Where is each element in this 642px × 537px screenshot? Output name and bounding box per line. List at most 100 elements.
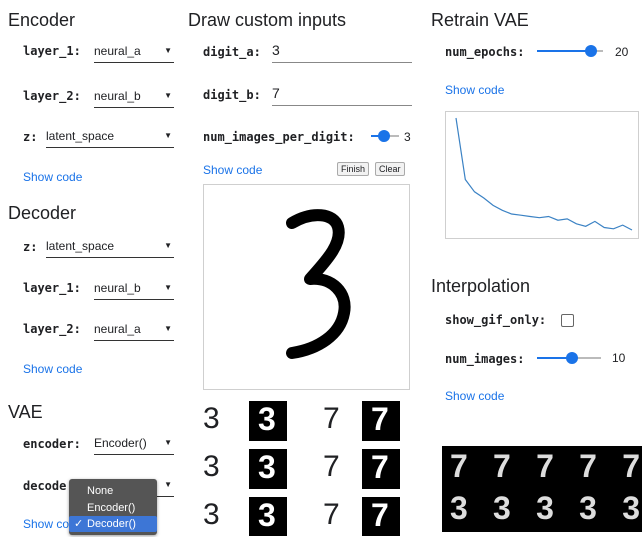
num-epochs-value: 20 <box>615 45 629 59</box>
dropdown-option-none[interactable]: None <box>69 483 157 499</box>
encoder-show-code-link[interactable]: Show code <box>23 170 82 184</box>
draw-show-code-link[interactable]: Show code <box>203 163 262 177</box>
dropdown-option-decoder[interactable]: ✓ Decoder() <box>69 516 157 532</box>
drawn-sample: 7 <box>323 498 340 531</box>
encoder-layer2-label: layer_2: <box>23 89 81 103</box>
interpolation-show-code-link[interactable]: Show code <box>445 389 504 403</box>
interp-digit: 7 <box>450 448 468 484</box>
slider-thumb[interactable] <box>585 45 597 57</box>
num-images-per-digit-label: num_images_per_digit: <box>203 130 355 144</box>
decoder-layer1-select[interactable]: neural_b ▼ <box>94 279 174 300</box>
num-images-label: num_images: <box>445 352 525 366</box>
decoder-z-value: latent_space <box>46 239 115 253</box>
drawing-canvas[interactable] <box>203 184 410 390</box>
encoder-z-label: z: <box>23 130 38 144</box>
loss-curve-svg <box>455 117 633 231</box>
decoder-z-label: z: <box>23 240 38 254</box>
digit-b-label: digit_b: <box>203 88 261 102</box>
slider-thumb[interactable] <box>566 352 578 364</box>
chevron-down-icon: ▼ <box>164 438 172 447</box>
chevron-down-icon: ▼ <box>164 283 172 292</box>
digit-a-value: 3 <box>272 42 280 58</box>
drawn-digit-three <box>286 209 351 359</box>
interp-digit: 3 <box>493 490 511 526</box>
reconstruction-digit: 7 <box>371 449 389 485</box>
encoder-layer1-select[interactable]: neural_a ▼ <box>94 42 174 63</box>
interpolation-heading: Interpolation <box>431 276 531 296</box>
vae-show-code-link[interactable]: Show co <box>23 517 69 531</box>
drawn-sample: 7 <box>323 450 340 483</box>
reconstruction-thumb: 7 <box>361 496 401 537</box>
interp-digit: 3 <box>622 490 640 526</box>
num-images-per-digit-value: 3 <box>404 130 411 144</box>
loss-line <box>455 117 633 231</box>
reconstruction-digit: 3 <box>258 497 276 533</box>
num-images-value: 10 <box>612 351 626 365</box>
show-gif-only-label: show_gif_only: <box>445 313 547 327</box>
chevron-down-icon: ▼ <box>164 46 172 55</box>
reconstruction-thumb: 7 <box>361 448 401 490</box>
decoder-layer1-label: layer_1: <box>23 281 81 295</box>
show-gif-only-checkbox[interactable] <box>561 314 574 327</box>
num-epochs-label: num_epochs: <box>445 45 525 59</box>
drawn-sample: 3 <box>203 498 220 531</box>
num-epochs-slider[interactable] <box>537 45 603 57</box>
vae-encoder-select[interactable]: Encoder() ▼ <box>94 434 174 455</box>
interp-digit: 7 <box>493 448 511 484</box>
vae-decoder-label: decode <box>23 479 67 493</box>
reconstruction-thumb: 3 <box>248 400 288 442</box>
dropdown-option-decoder-label: Decoder() <box>87 518 136 530</box>
interp-digit: 3 <box>450 490 468 526</box>
interp-digit: 7 <box>579 448 597 484</box>
digit-a-label: digit_a: <box>203 45 261 59</box>
reconstruction-digit: 3 <box>258 449 276 485</box>
encoder-layer2-value: neural_b <box>94 89 141 103</box>
decoder-heading: Decoder <box>8 203 77 223</box>
interp-digit: 7 <box>622 448 640 484</box>
loss-plot <box>445 111 639 239</box>
reconstruction-digit: 7 <box>371 401 389 437</box>
dropdown-option-encoder[interactable]: Encoder() <box>69 500 157 516</box>
decoder-layer2-select[interactable]: neural_a ▼ <box>94 320 174 341</box>
finish-button[interactable]: Finish <box>337 162 370 176</box>
reconstruction-thumb: 3 <box>248 448 288 490</box>
retrain-show-code-link[interactable]: Show code <box>445 83 504 97</box>
interpolation-row-bottom: 3 3 3 3 3 <box>450 490 640 530</box>
chevron-down-icon: ▼ <box>164 91 172 100</box>
encoder-layer1-value: neural_a <box>94 44 141 58</box>
vae-decoder-dropdown-menu: None Encoder() ✓ Decoder() <box>69 479 157 535</box>
slider-fill <box>537 50 591 52</box>
reconstruction-thumb: 7 <box>361 400 401 442</box>
interpolation-strip: 7 7 7 7 7 3 3 3 3 3 <box>442 446 642 532</box>
chevron-down-icon: ▼ <box>164 241 172 250</box>
interpolation-row-top: 7 7 7 7 7 <box>450 448 640 488</box>
drawn-sample: 7 <box>323 402 340 435</box>
decoder-layer2-value: neural_a <box>94 322 141 336</box>
slider-thumb[interactable] <box>378 130 390 142</box>
decoder-layer1-value: neural_b <box>94 281 141 295</box>
digit-a-input[interactable]: 3 <box>272 40 412 63</box>
encoder-layer1-label: layer_1: <box>23 44 81 58</box>
interp-digit: 3 <box>536 490 554 526</box>
drawn-sample: 3 <box>203 402 220 435</box>
chevron-down-icon: ▼ <box>164 324 172 333</box>
encoder-layer2-select[interactable]: neural_b ▼ <box>94 87 174 108</box>
draw-heading: Draw custom inputs <box>188 10 347 30</box>
check-icon: ✓ <box>74 518 84 530</box>
samples-grid: 3 3 7 7 3 3 7 7 3 3 7 7 <box>203 398 413 537</box>
vae-encoder-value: Encoder() <box>94 436 147 450</box>
encoder-z-select[interactable]: latent_space ▼ <box>46 127 174 148</box>
vae-encoder-label: encoder: <box>23 437 81 451</box>
drawn-sample: 3 <box>203 450 220 483</box>
num-images-slider[interactable] <box>537 352 601 364</box>
clear-button[interactable]: Clear <box>375 162 405 176</box>
encoder-z-value: latent_space <box>46 129 115 143</box>
digit-b-value: 7 <box>272 85 280 101</box>
vae-heading: VAE <box>8 402 43 422</box>
decoder-z-select[interactable]: latent_space ▼ <box>46 237 174 258</box>
digit-b-input[interactable]: 7 <box>272 83 412 106</box>
chevron-down-icon: ▼ <box>164 480 172 489</box>
interp-digit: 7 <box>536 448 554 484</box>
decoder-show-code-link[interactable]: Show code <box>23 362 82 376</box>
num-images-per-digit-slider[interactable] <box>371 130 399 142</box>
